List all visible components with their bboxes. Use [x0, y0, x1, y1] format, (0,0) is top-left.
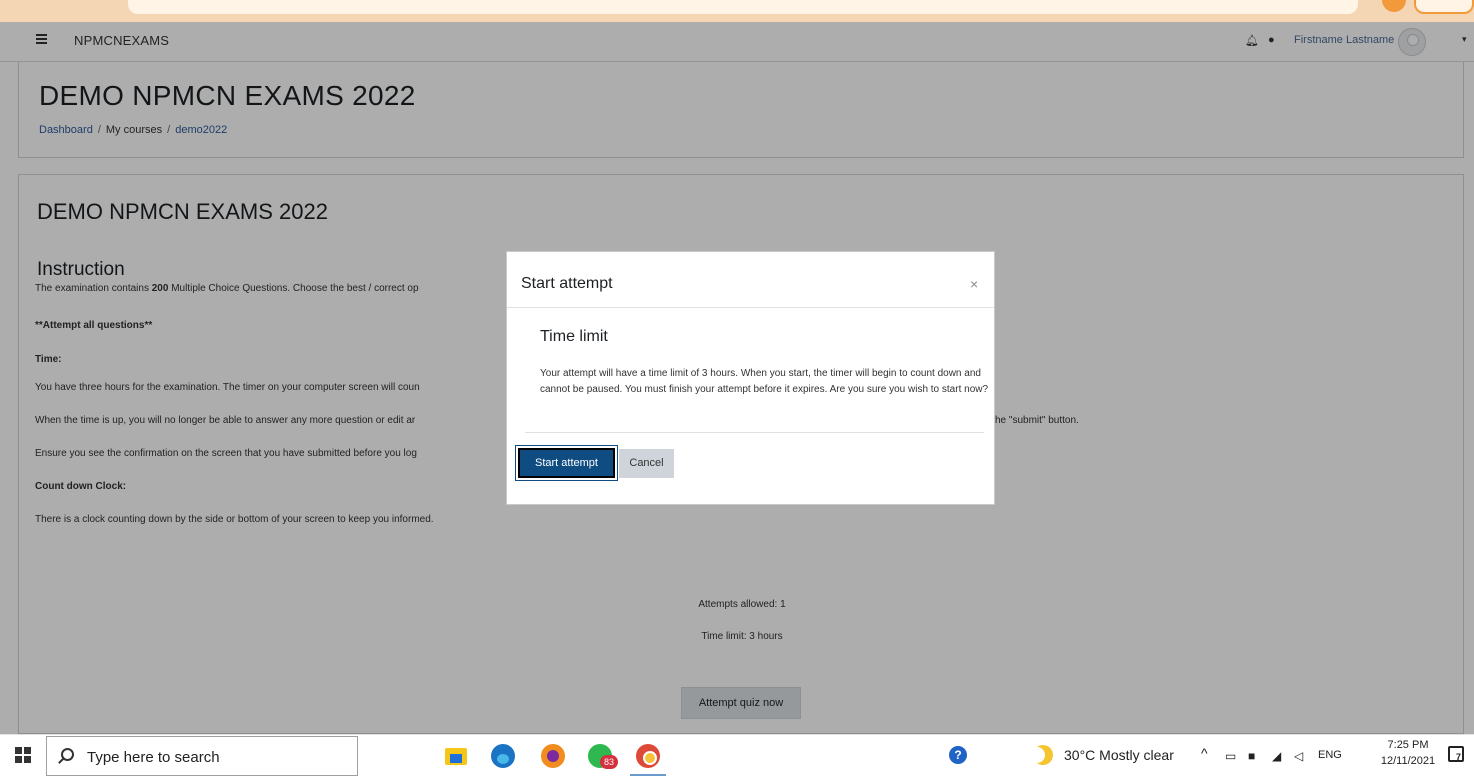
modal-title: Start attempt	[521, 275, 613, 292]
modal-header: Start attempt ×	[507, 252, 994, 308]
chrome-icon[interactable]	[636, 744, 660, 768]
extension-icon[interactable]	[1382, 0, 1406, 12]
close-icon[interactable]: ×	[970, 276, 978, 292]
clock-date[interactable]: 12/11/2021	[1373, 755, 1443, 767]
weather-moon-icon[interactable]	[1029, 745, 1053, 765]
tray-expand-icon[interactable]: ^	[1201, 745, 1208, 761]
search-icon	[61, 748, 74, 761]
whatsapp-badge: 83	[600, 755, 618, 769]
profile-button[interactable]	[1414, 0, 1474, 14]
time-limit-heading: Time limit	[540, 328, 608, 345]
taskbar: Type here to search 83 ? 30°C Mostly cle…	[0, 734, 1474, 776]
windows-start-icon[interactable]	[15, 747, 31, 763]
time-limit-message: Your attempt will have a time limit of 3…	[540, 368, 989, 395]
browser-chrome-strip	[0, 0, 1474, 22]
modal-divider	[525, 432, 984, 433]
cancel-button[interactable]: Cancel	[619, 449, 674, 478]
taskbar-search-input[interactable]: Type here to search	[46, 736, 358, 776]
wifi-icon[interactable]: ◢	[1272, 749, 1281, 763]
firefox-icon[interactable]	[541, 744, 565, 768]
weather-text[interactable]: 30°C Mostly clear	[1064, 747, 1174, 763]
language-indicator[interactable]: ENG	[1318, 749, 1342, 761]
volume-muted-icon[interactable]: ◁	[1294, 749, 1303, 763]
notification-center-icon[interactable]: 7	[1448, 746, 1464, 762]
search-placeholder: Type here to search	[87, 749, 220, 766]
address-bar[interactable]	[128, 0, 1358, 14]
notification-count: 7	[1456, 752, 1462, 762]
start-attempt-button[interactable]: Start attempt	[518, 448, 615, 478]
clock-time[interactable]: 7:25 PM	[1378, 739, 1438, 751]
battery-icon[interactable]: ▭	[1225, 749, 1236, 763]
file-explorer-icon[interactable]	[444, 744, 468, 768]
edge-browser-icon[interactable]	[491, 744, 515, 768]
security-icon[interactable]: ■	[1248, 749, 1255, 763]
start-attempt-dialog: Start attempt × Time limit Your attempt …	[506, 251, 995, 505]
help-icon[interactable]: ?	[949, 746, 967, 764]
